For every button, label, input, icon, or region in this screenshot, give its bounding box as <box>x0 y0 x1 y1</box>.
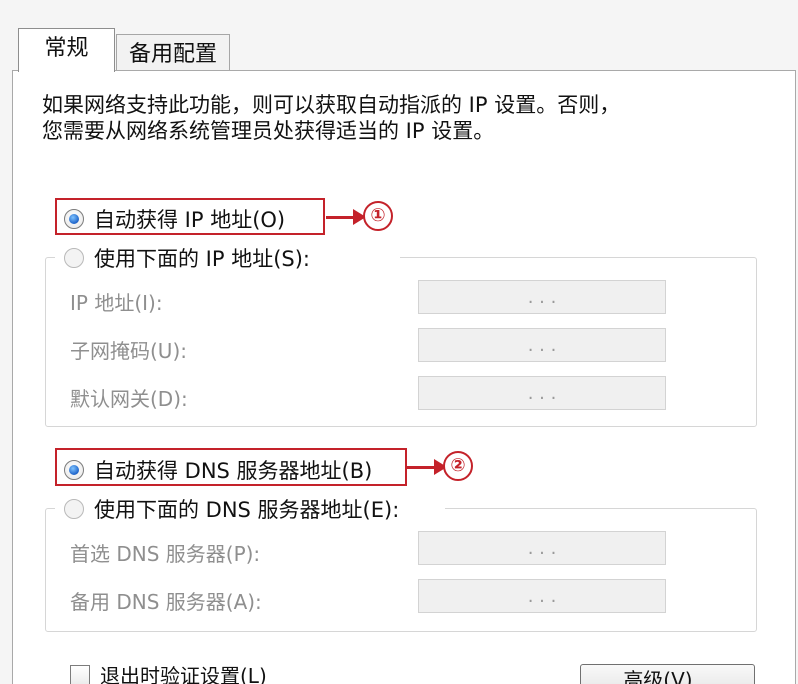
manual-dns-option[interactable]: 使用下面的 DNS 服务器地址(E): <box>64 494 399 524</box>
auto-dns-radio-icon[interactable] <box>64 460 84 480</box>
manual-ip-label: 使用下面的 IP 地址(S): <box>94 247 310 271</box>
alternate-dns-field: . . . <box>418 579 666 613</box>
intro-line-1: 如果网络支持此功能，则可以获取自动指派的 IP 设置。否则， <box>42 93 621 117</box>
annotation-marker-2: ② <box>443 451 473 481</box>
ip-address-label: IP 地址(I): <box>70 291 163 315</box>
ip-address-field: . . . <box>418 280 666 314</box>
auto-dns-option[interactable]: 自动获得 DNS 服务器地址(B) <box>64 455 372 485</box>
validate-settings-checkbox[interactable] <box>70 664 90 684</box>
auto-dns-label: 自动获得 DNS 服务器地址(B) <box>94 459 373 483</box>
auto-ip-option[interactable]: 自动获得 IP 地址(O) <box>64 204 285 234</box>
advanced-button[interactable]: 高级(V)... <box>580 664 755 684</box>
subnet-mask-value: . . . <box>527 334 557 356</box>
tab-general-label: 常规 <box>44 36 89 61</box>
preferred-dns-value: . . . <box>527 537 557 559</box>
tab-alternate-label: 备用配置 <box>128 42 217 67</box>
validate-settings-label: 退出时验证设置(L) <box>100 664 267 684</box>
preferred-dns-label: 首选 DNS 服务器(P): <box>70 542 261 566</box>
default-gateway-field: . . . <box>418 376 666 410</box>
subnet-mask-label: 子网掩码(U): <box>70 339 187 363</box>
validate-settings-option[interactable]: 退出时验证设置(L) <box>70 660 267 684</box>
preferred-dns-field: . . . <box>418 531 666 565</box>
manual-ip-radio-icon[interactable] <box>64 248 84 268</box>
ip-address-value: . . . <box>527 286 557 308</box>
annotation-arrow-icon <box>326 209 366 225</box>
manual-dns-label: 使用下面的 DNS 服务器地址(E): <box>94 498 400 522</box>
tab-alternate-configuration[interactable]: 备用配置 <box>116 34 230 72</box>
alternate-dns-value: . . . <box>527 585 557 607</box>
auto-ip-radio-icon[interactable] <box>64 209 84 229</box>
tab-general[interactable]: 常规 <box>18 28 115 72</box>
intro-text: 如果网络支持此功能，则可以获取自动指派的 IP 设置。否则， 您需要从网络系统管… <box>42 92 742 144</box>
subnet-mask-field: . . . <box>418 328 666 362</box>
manual-dns-radio-icon[interactable] <box>64 499 84 519</box>
default-gateway-value: . . . <box>527 382 557 404</box>
annotation-marker-1: ① <box>363 201 393 231</box>
tcpip-properties-window: 常规 备用配置 如果网络支持此功能，则可以获取自动指派的 IP 设置。否则， 您… <box>0 0 798 684</box>
default-gateway-label: 默认网关(D): <box>70 387 188 411</box>
auto-ip-label: 自动获得 IP 地址(O) <box>94 208 286 232</box>
manual-ip-option[interactable]: 使用下面的 IP 地址(S): <box>64 243 310 273</box>
intro-line-2: 您需要从网络系统管理员处获得适当的 IP 设置。 <box>42 119 495 143</box>
annotation-arrow-icon <box>407 459 447 475</box>
alternate-dns-label: 备用 DNS 服务器(A): <box>70 590 262 614</box>
